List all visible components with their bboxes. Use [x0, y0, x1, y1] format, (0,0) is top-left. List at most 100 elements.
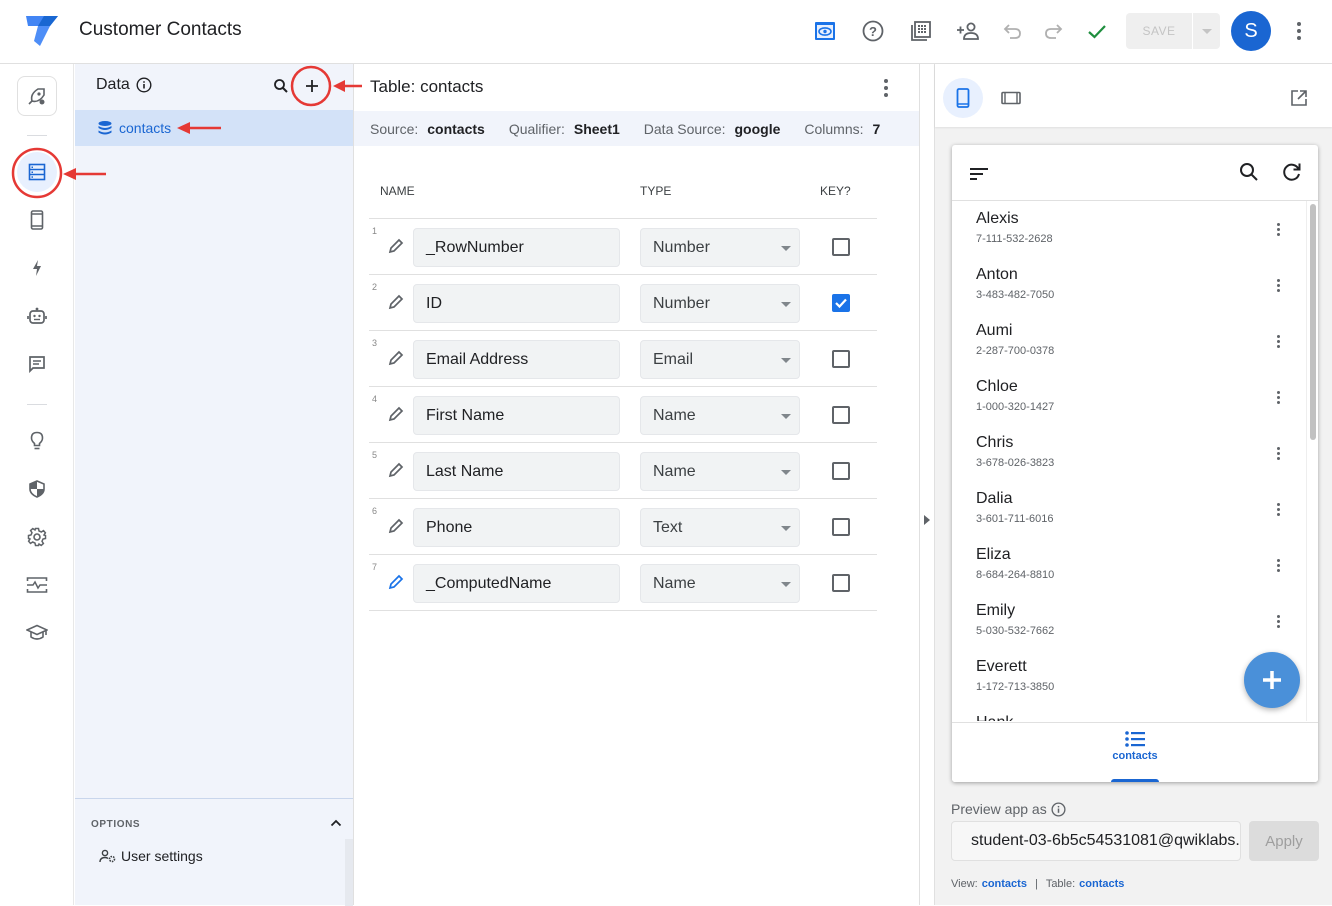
edit-pencil-icon[interactable]: [387, 349, 405, 367]
sort-icon[interactable]: [969, 167, 989, 181]
column-type-select[interactable]: Email: [640, 340, 800, 379]
column-name-input[interactable]: Last Name: [413, 452, 620, 491]
contact-phone: 1-000-320-1427: [976, 401, 1055, 413]
column-type-select[interactable]: Number: [640, 284, 800, 323]
column-type-select[interactable]: Name: [640, 452, 800, 491]
contacts-scrollbar[interactable]: [1306, 201, 1318, 721]
key-checkbox[interactable]: [832, 518, 850, 536]
table-item-contacts[interactable]: contacts: [75, 110, 353, 146]
column-type-select[interactable]: Name: [640, 396, 800, 435]
add-contact-button[interactable]: [1244, 652, 1300, 708]
edit-pencil-icon[interactable]: [387, 517, 405, 535]
contact-list-item[interactable]: Anton 3-483-482-7050: [952, 257, 1306, 313]
nav-monitor[interactable]: [17, 565, 57, 605]
column-type-value: Name: [653, 574, 696, 592]
table-more-options-icon[interactable]: [876, 78, 896, 98]
help-icon[interactable]: ?: [860, 18, 886, 44]
share-person-add-icon[interactable]: [955, 18, 981, 44]
column-name-input[interactable]: Email Address: [413, 340, 620, 379]
info-icon[interactable]: [1051, 801, 1066, 817]
add-table-icon[interactable]: [304, 78, 320, 94]
edit-pencil-icon[interactable]: [387, 293, 405, 311]
row-number: 5: [372, 450, 378, 460]
nav-settings[interactable]: [17, 517, 57, 557]
preview-as-input[interactable]: student-03-6b5c54531081@qwiklabs.net: [951, 821, 1241, 861]
nav-deploy[interactable]: [17, 76, 57, 116]
refresh-icon[interactable]: [1281, 161, 1303, 183]
nav-automation[interactable]: [17, 248, 57, 288]
options-section: OPTIONS User settings: [75, 798, 353, 906]
column-type-select[interactable]: Number: [640, 228, 800, 267]
key-checkbox[interactable]: [832, 238, 850, 256]
contact-more-icon[interactable]: [1270, 387, 1286, 407]
edit-pencil-icon[interactable]: [387, 573, 405, 591]
column-name-input[interactable]: ID: [413, 284, 620, 323]
contact-list-item[interactable]: Hank: [952, 705, 1306, 721]
nav-data[interactable]: [17, 152, 57, 192]
chevron-up-icon[interactable]: [330, 818, 342, 828]
nav-views[interactable]: [17, 200, 57, 240]
contact-more-icon[interactable]: [1270, 331, 1286, 351]
column-type-value: Number: [653, 238, 710, 256]
column-name-input[interactable]: First Name: [413, 396, 620, 435]
avatar[interactable]: S: [1231, 11, 1271, 51]
panel-splitter[interactable]: [919, 64, 935, 905]
view-link[interactable]: contacts: [982, 878, 1027, 890]
key-checkbox[interactable]: [832, 462, 850, 480]
column-type-select[interactable]: Name: [640, 564, 800, 603]
contact-list-item[interactable]: Chloe 1-000-320-1427: [952, 369, 1306, 425]
open-in-new-button[interactable]: [1279, 78, 1319, 118]
list-icon: [1125, 731, 1145, 747]
column-type-select[interactable]: Text: [640, 508, 800, 547]
table-link[interactable]: contacts: [1079, 878, 1124, 890]
nav-intelligence[interactable]: [17, 421, 57, 461]
nav-tab-contacts[interactable]: contacts: [1098, 731, 1172, 782]
contact-more-icon[interactable]: [1270, 555, 1286, 575]
contact-more-icon[interactable]: [1270, 611, 1286, 631]
tablet-view-button[interactable]: [991, 78, 1031, 118]
edit-pencil-icon[interactable]: [387, 461, 405, 479]
contact-list-item[interactable]: Emily 5-030-532-7662: [952, 593, 1306, 649]
contact-more-icon[interactable]: [1270, 219, 1286, 239]
redo-icon[interactable]: [1040, 18, 1066, 44]
mobile-view-button[interactable]: [943, 78, 983, 118]
search-icon[interactable]: [273, 78, 289, 94]
more-options-icon[interactable]: [1289, 20, 1309, 42]
save-button[interactable]: SAVE: [1126, 13, 1193, 49]
gallery-icon[interactable]: [908, 18, 934, 44]
undo-icon[interactable]: [1000, 18, 1026, 44]
bolt-icon: [33, 260, 41, 276]
contact-more-icon[interactable]: [1270, 499, 1286, 519]
save-dropdown-button[interactable]: [1193, 13, 1220, 49]
datasource-value: google: [734, 120, 781, 137]
edit-pencil-icon[interactable]: [387, 237, 405, 255]
key-checkbox[interactable]: [832, 350, 850, 368]
contact-list-item[interactable]: Eliza 8-684-264-8810: [952, 537, 1306, 593]
device-preview: Alexis 7-111-532-2628 Anton 3-483-482-70…: [952, 145, 1318, 782]
nav-chat[interactable]: [17, 344, 57, 384]
contact-more-icon[interactable]: [1270, 275, 1286, 295]
column-name-input[interactable]: _RowNumber: [413, 228, 620, 267]
preview-eye-icon[interactable]: [812, 18, 838, 44]
contact-list-item[interactable]: Alexis 7-111-532-2628: [952, 201, 1306, 257]
nav-security[interactable]: [17, 469, 57, 509]
nav-bots[interactable]: [17, 296, 57, 336]
key-checkbox[interactable]: [832, 406, 850, 424]
edit-pencil-icon[interactable]: [387, 405, 405, 423]
apply-button[interactable]: Apply: [1249, 821, 1319, 861]
contact-list-item[interactable]: Aumi 2-287-700-0378: [952, 313, 1306, 369]
user-settings-link[interactable]: User settings: [99, 848, 203, 864]
column-name-input[interactable]: _ComputedName: [413, 564, 620, 603]
key-checkbox[interactable]: [832, 574, 850, 592]
info-icon[interactable]: [136, 77, 152, 93]
nav-learn[interactable]: [17, 613, 57, 653]
search-icon[interactable]: [1239, 162, 1259, 182]
column-name-input[interactable]: Phone: [413, 508, 620, 547]
options-scrollbar[interactable]: [345, 839, 353, 906]
contact-list-item[interactable]: Chris 3-678-026-3823: [952, 425, 1306, 481]
contact-list-item[interactable]: Dalia 3-601-711-6016: [952, 481, 1306, 537]
key-checkbox[interactable]: [832, 294, 850, 312]
scrollbar-thumb[interactable]: [1310, 204, 1316, 440]
contact-more-icon[interactable]: [1270, 443, 1286, 463]
expand-arrow-icon[interactable]: [924, 515, 930, 525]
